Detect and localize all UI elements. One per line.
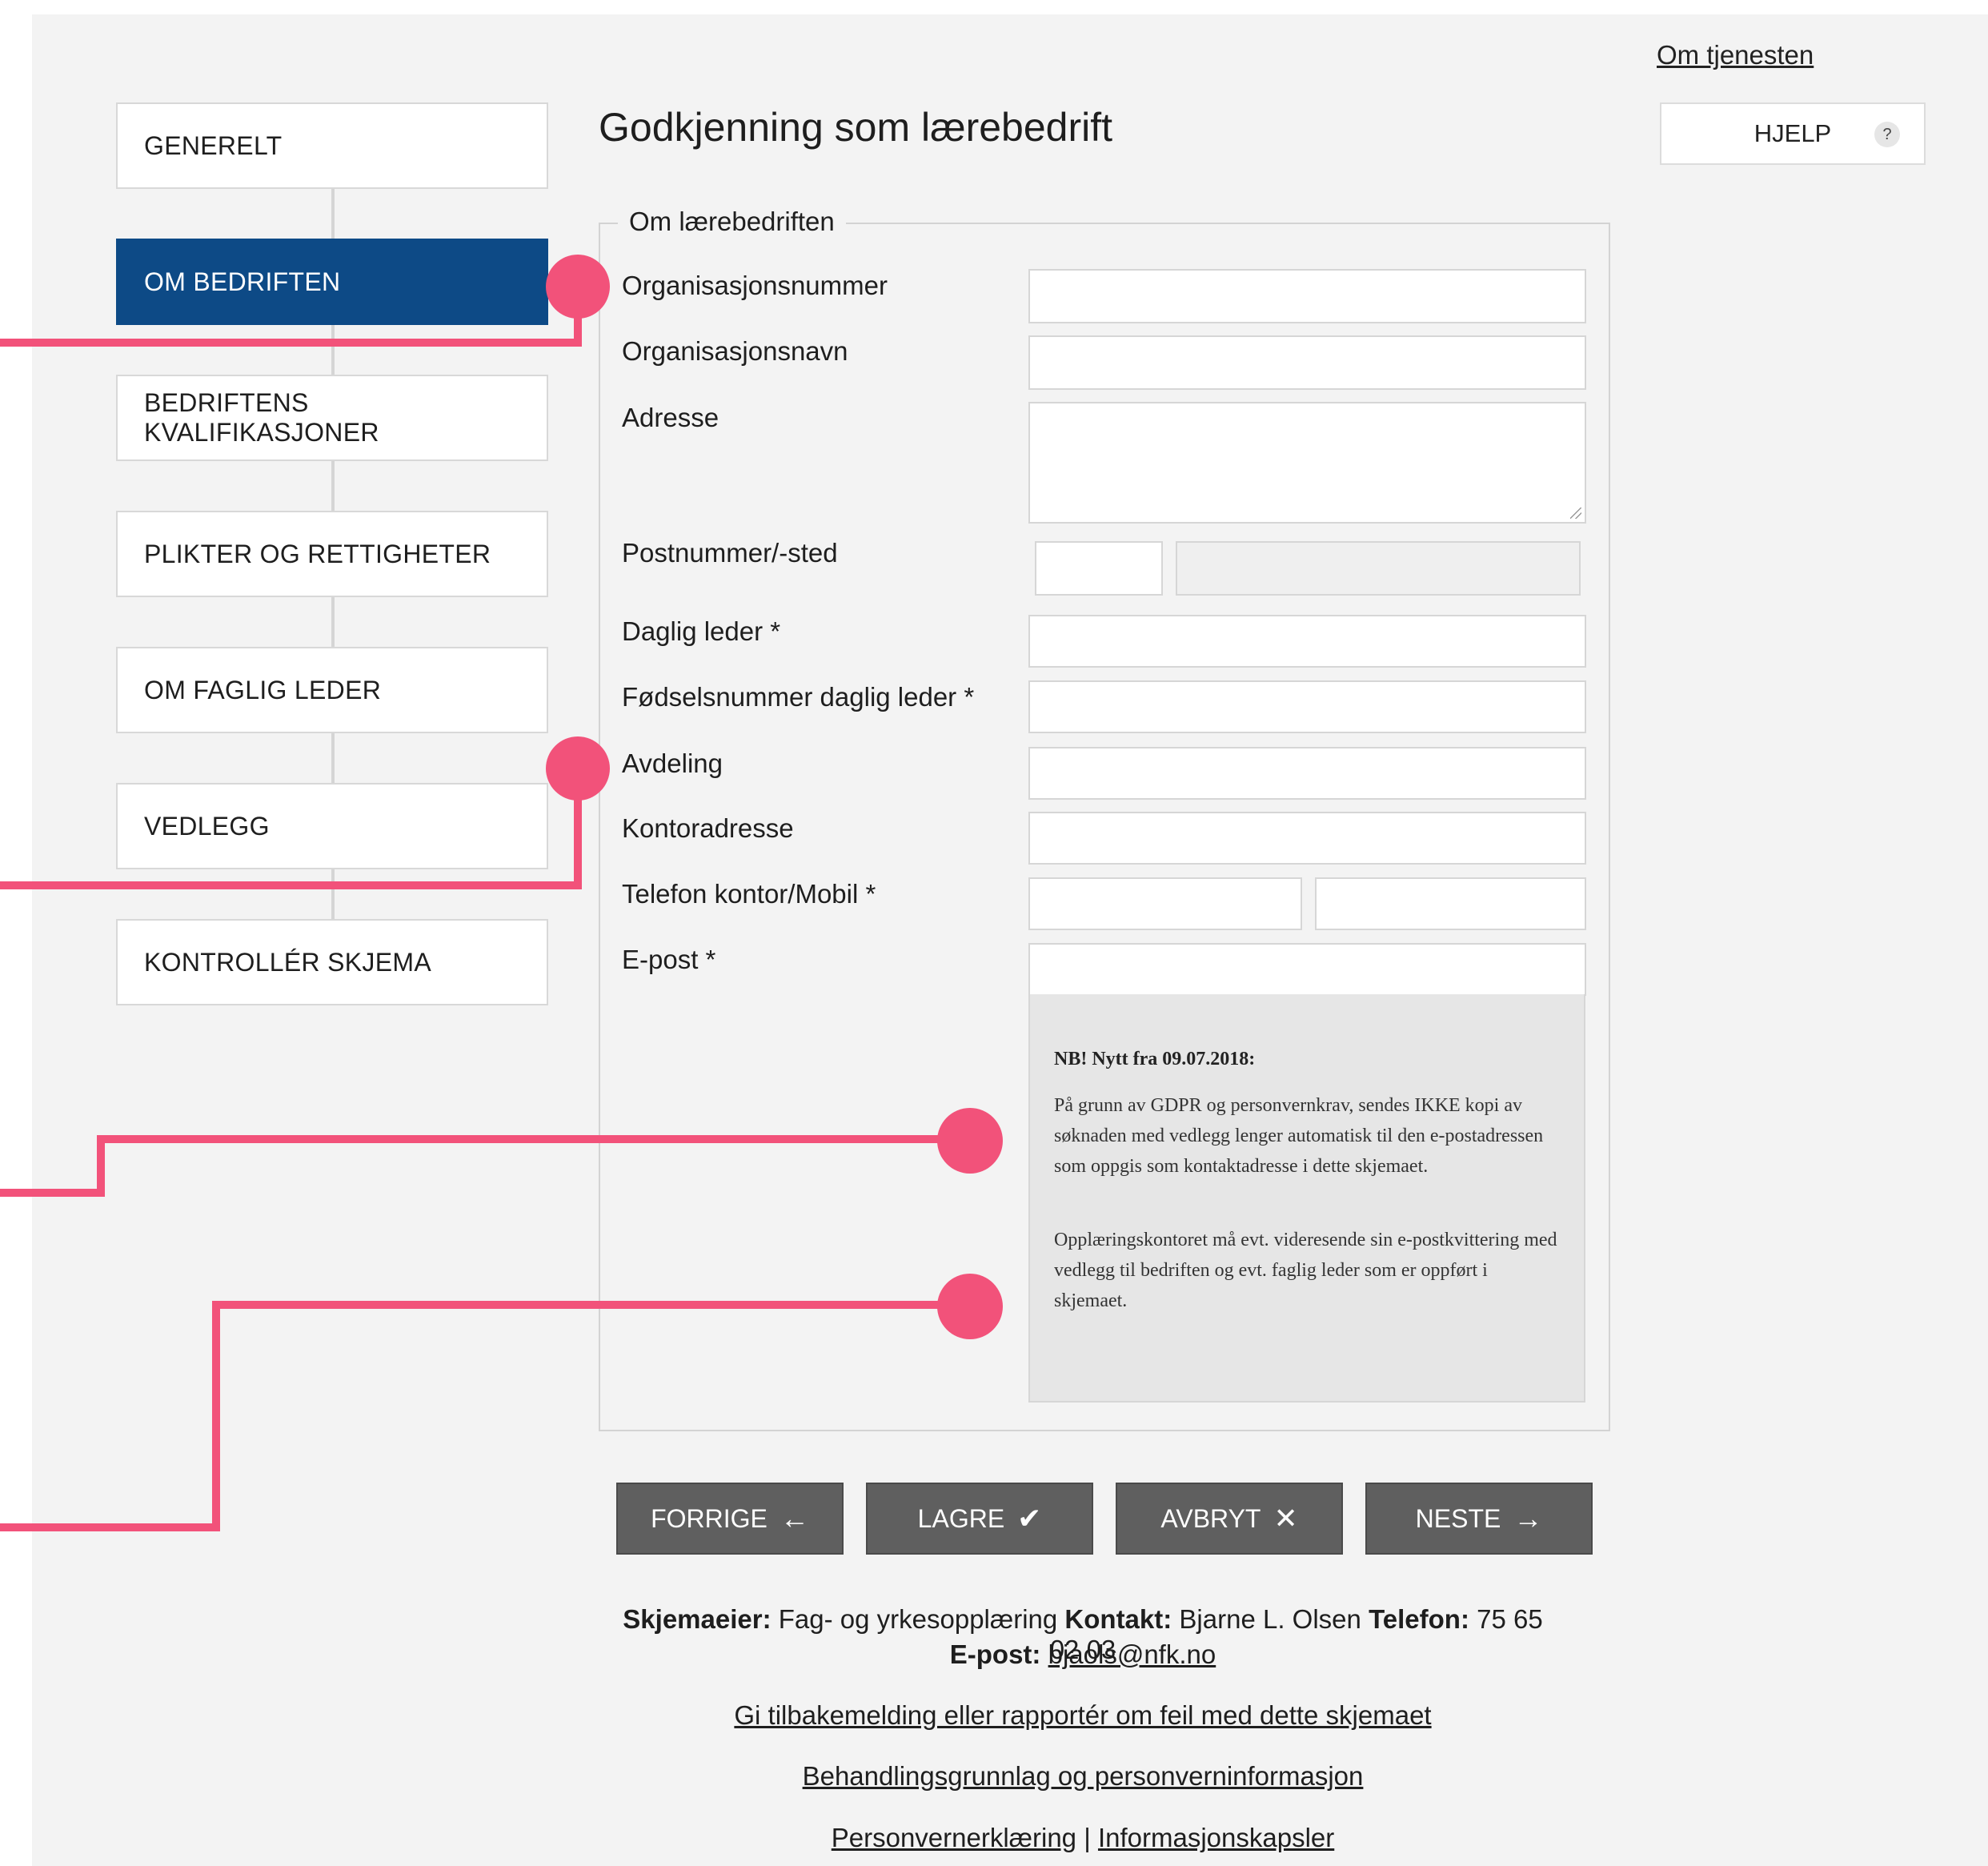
sidebar-item-label: BEDRIFTENS KVALIFIKASJONER	[144, 388, 379, 447]
sidebar-item-label: VEDLEGG	[144, 811, 270, 841]
phone-footer-label: Telefon:	[1369, 1604, 1469, 1634]
manager-id-label: Fødselsnummer daglig leder *	[622, 682, 975, 712]
sidebar-item-faglig-leder[interactable]: OM FAGLIG LEDER	[116, 647, 548, 733]
contact-value: Bjarne L. Olsen	[1179, 1604, 1361, 1634]
next-button-label: NESTE	[1415, 1503, 1501, 1533]
footer-separator: |	[1084, 1823, 1091, 1852]
sidebar-item-label: PLIKTER OG RETTIGHETER	[144, 539, 491, 568]
save-button[interactable]: LAGRE ✔	[866, 1483, 1093, 1555]
footer-privacy-basis-line: Behandlingsgrunnlag og personverninforma…	[607, 1761, 1559, 1792]
footer-email-line: E-post: bjaols@nfk.no	[607, 1639, 1559, 1670]
previous-button[interactable]: FORRIGE ←	[616, 1483, 844, 1555]
office-address-input[interactable]	[1028, 812, 1586, 865]
sidebar-item-vedlegg[interactable]: VEDLEGG	[116, 783, 548, 869]
office-phone-input[interactable]	[1028, 877, 1302, 930]
footer-privacy-line: Personvernerklæring | Informasjonskapsle…	[607, 1823, 1559, 1853]
department-label: Avdeling	[622, 748, 723, 778]
office-address-label: Kontoradresse	[622, 813, 794, 843]
contact-email-link[interactable]: bjaols@nfk.no	[1048, 1639, 1216, 1669]
arrow-left-icon: ←	[780, 1502, 809, 1535]
notice-paragraph-1: På grunn av GDPR og personvernkrav, send…	[1054, 1095, 1544, 1177]
org-name-input[interactable]	[1028, 335, 1586, 390]
previous-button-label: FORRIGE	[651, 1503, 768, 1533]
department-input[interactable]	[1028, 747, 1586, 800]
email-input[interactable]	[1028, 943, 1586, 996]
contact-label: Kontakt:	[1064, 1604, 1172, 1634]
sidebar-item-label: KONTROLLÉR SKJEMA	[144, 947, 431, 977]
address-textarea[interactable]	[1028, 402, 1586, 524]
privacy-basis-link[interactable]: Behandlingsgrunnlag og personverninforma…	[803, 1761, 1364, 1791]
postal-label: Postnummer/-sted	[622, 538, 838, 568]
gdpr-notice: NB! Nytt fra 09.07.2018: På grunn av GDP…	[1028, 994, 1585, 1403]
cancel-button[interactable]: AVBRYT ✕	[1116, 1483, 1343, 1555]
notice-paragraph-2: Opplæringskontoret må evt. videresende s…	[1054, 1230, 1557, 1311]
sidebar-item-kontroller[interactable]: KONTROLLÉR SKJEMA	[116, 919, 548, 1005]
sidebar-item-label: GENERELT	[144, 130, 283, 160]
question-icon: ?	[1874, 122, 1900, 147]
manager-label: Daglig leder *	[622, 616, 781, 646]
page-title: Godkjenning som lærebedrift	[599, 105, 1112, 150]
sidebar-item-generelt[interactable]: GENERELT	[116, 102, 548, 189]
owner-value: Fag- og yrkesopplæring	[778, 1604, 1058, 1634]
privacy-statement-link[interactable]: Personvernerklæring	[832, 1823, 1076, 1852]
about-service-link[interactable]: Om tjenesten	[1657, 40, 1814, 70]
close-icon: ✕	[1273, 1502, 1298, 1535]
email-footer-label: E-post:	[949, 1639, 1041, 1669]
resize-handle-icon[interactable]	[1570, 508, 1581, 519]
phone-label: Telefon kontor/Mobil *	[622, 879, 876, 909]
sidebar-item-label: OM BEDRIFTEN	[144, 267, 341, 296]
feedback-link[interactable]: Gi tilbakemelding eller rapportér om fei…	[734, 1700, 1431, 1730]
postal-place-field	[1176, 541, 1581, 596]
sidebar-item-plikter[interactable]: PLIKTER OG RETTIGHETER	[116, 511, 548, 597]
manager-input[interactable]	[1028, 615, 1586, 668]
org-number-label: Organisasjonsnummer	[622, 271, 888, 300]
manager-id-input[interactable]	[1028, 680, 1586, 733]
email-label: E-post *	[622, 945, 716, 974]
org-name-label: Organisasjonsnavn	[622, 336, 848, 366]
next-button[interactable]: NESTE →	[1365, 1483, 1593, 1555]
owner-label: Skjemaeier:	[623, 1604, 772, 1634]
mobile-phone-input[interactable]	[1315, 877, 1586, 930]
sidebar-item-kvalifikasjoner[interactable]: BEDRIFTENS KVALIFIKASJONER	[116, 375, 548, 461]
footer-feedback-line: Gi tilbakemelding eller rapportér om fei…	[607, 1700, 1559, 1731]
notice-heading: NB! Nytt fra 09.07.2018:	[1054, 1049, 1256, 1069]
sidebar-item-om-bedriften[interactable]: OM BEDRIFTEN	[116, 239, 548, 325]
help-button[interactable]: HJELP ?	[1660, 102, 1926, 165]
arrow-right-icon: →	[1513, 1502, 1543, 1535]
org-number-input[interactable]	[1028, 269, 1586, 323]
help-button-label: HJELP	[1754, 119, 1832, 147]
cookies-link[interactable]: Informasjonskapsler	[1098, 1823, 1334, 1852]
address-label: Adresse	[622, 403, 719, 432]
fieldset-legend: Om lærebedriften	[618, 207, 846, 237]
postal-code-input[interactable]	[1035, 541, 1163, 596]
sidebar-item-label: OM FAGLIG LEDER	[144, 675, 382, 704]
cancel-button-label: AVBRYT	[1160, 1503, 1261, 1533]
save-button-label: LAGRE	[917, 1503, 1005, 1533]
checkmark-icon: ✔	[1017, 1502, 1042, 1535]
